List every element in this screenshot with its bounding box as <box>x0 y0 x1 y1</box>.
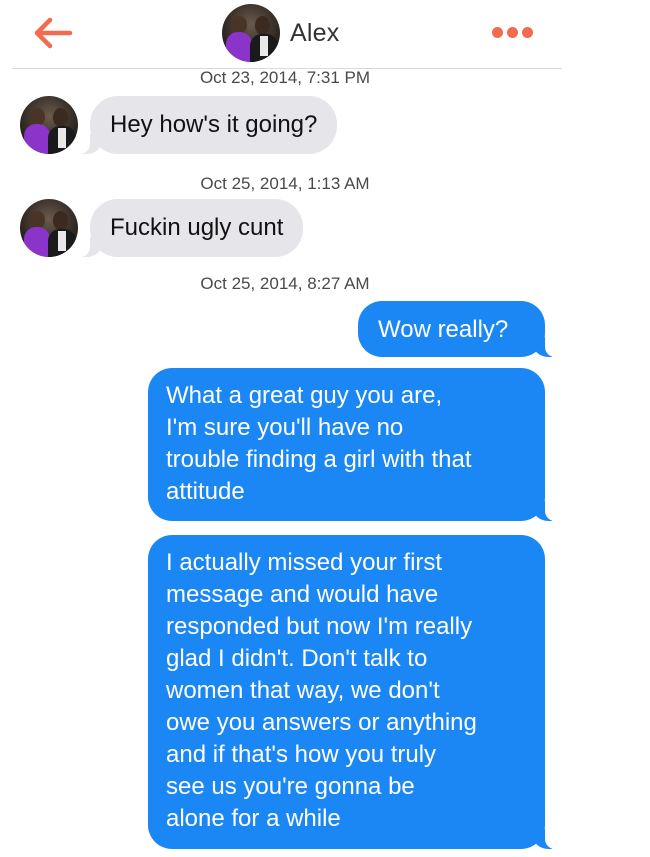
avatar[interactable] <box>20 96 78 154</box>
message-line: trouble finding a girl with that <box>166 446 472 473</box>
incoming-message-bubble[interactable]: Fuckin ugly cunt <box>79 199 304 257</box>
back-button[interactable] <box>30 12 76 54</box>
avatar[interactable] <box>20 199 78 257</box>
message-line: I actually missed your first <box>166 549 443 576</box>
message-line: glad I didn't. Don't talk to <box>166 645 428 672</box>
chat-header: Alex <box>12 0 562 69</box>
outgoing-message-bubble[interactable]: Wow really? <box>358 301 555 357</box>
contact-name: Alex <box>290 18 340 47</box>
incoming-message-row: Hey how's it going? <box>20 96 338 154</box>
message-line: What a great guy you are, <box>166 382 443 409</box>
more-dot <box>506 26 518 38</box>
message-line: and if that's how you truly <box>166 741 437 768</box>
outgoing-message-bubble[interactable]: What a great guy you are, I'm sure you'l… <box>148 368 555 521</box>
incoming-message-row: Fuckin ugly cunt <box>20 199 304 257</box>
contact-info[interactable]: Alex <box>222 4 339 62</box>
avatar[interactable] <box>222 4 280 62</box>
more-dot <box>521 26 533 38</box>
incoming-message-bubble[interactable]: Hey how's it going? <box>79 96 338 154</box>
message-line: women that way, we don't <box>166 677 440 704</box>
message-timestamp: Oct 25, 2014, 1:13 AM <box>200 174 370 193</box>
message-line: attitude <box>166 478 245 505</box>
more-dots-icon <box>491 26 503 38</box>
message-line: Wow really? <box>378 316 509 343</box>
message-line: I'm sure you'll have no <box>166 414 404 441</box>
more-options-button[interactable] <box>486 14 538 50</box>
message-line: see us you're gonna be <box>166 773 415 800</box>
message-timestamp: Oct 25, 2014, 8:27 AM <box>200 274 370 293</box>
message-timestamp: Oct 23, 2014, 7:31 PM <box>199 68 371 87</box>
message-line: alone for a while <box>166 805 341 832</box>
message-line: responded but now I'm really <box>166 613 473 640</box>
message-line: message and would have <box>166 581 439 608</box>
arrow-left-icon <box>34 17 73 49</box>
message-line: owe you answers or anything <box>166 709 477 736</box>
outgoing-message-bubble[interactable]: I actually missed your first message and… <box>148 535 555 849</box>
chat-screen: Alex Oct 23, 2014, 7:31 PM Hey how's it … <box>0 0 650 857</box>
